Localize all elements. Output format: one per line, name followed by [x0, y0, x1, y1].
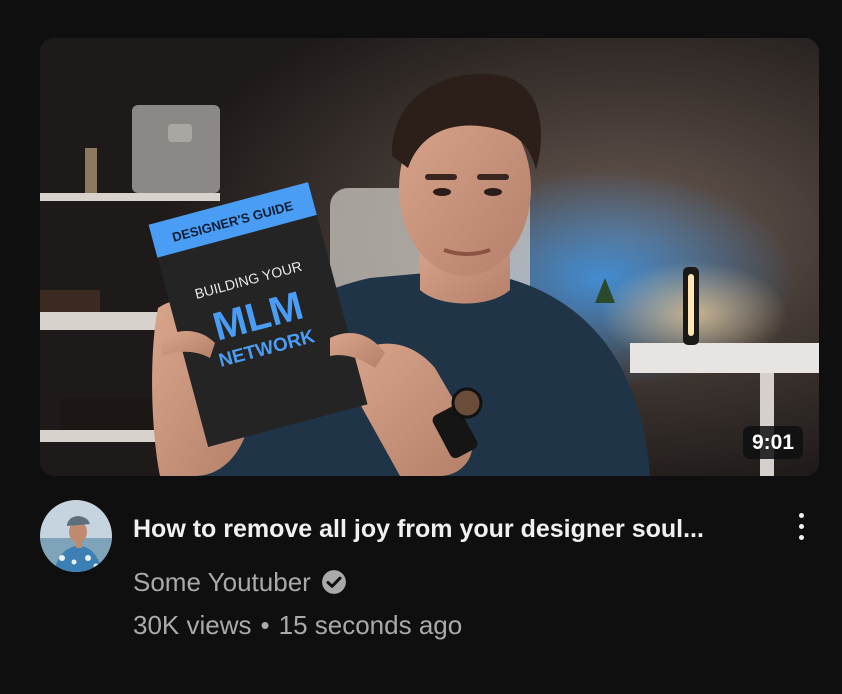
upload-age: 15 seconds ago — [278, 610, 463, 640]
more-vert-icon-dot — [798, 534, 804, 540]
meta-separator: • — [260, 610, 270, 640]
more-actions-button[interactable] — [786, 506, 816, 546]
video-title[interactable]: How to remove all joy from your designer… — [133, 513, 783, 545]
channel-name[interactable]: Some Youtuber — [133, 565, 311, 599]
more-vert-icon-dot — [798, 512, 804, 518]
verified-check-icon — [321, 570, 346, 594]
channel-avatar[interactable] — [40, 500, 112, 572]
duration-badge: 9:01 — [742, 426, 803, 459]
more-vert-icon-dot — [798, 523, 804, 529]
thumbnail-image: DESIGNER'S GUIDE BUILDING YOUR MLM NETWO… — [40, 38, 819, 476]
video-card[interactable]: DESIGNER'S GUIDE BUILDING YOUR MLM NETWO… — [0, 0, 842, 694]
video-stats: 30K views • 15 seconds ago — [133, 608, 462, 642]
avatar-image — [40, 500, 112, 572]
video-thumbnail[interactable]: DESIGNER'S GUIDE BUILDING YOUR MLM NETWO… — [40, 38, 819, 476]
channel-row: Some Youtuber — [133, 565, 347, 599]
view-count: 30K views — [133, 610, 252, 640]
